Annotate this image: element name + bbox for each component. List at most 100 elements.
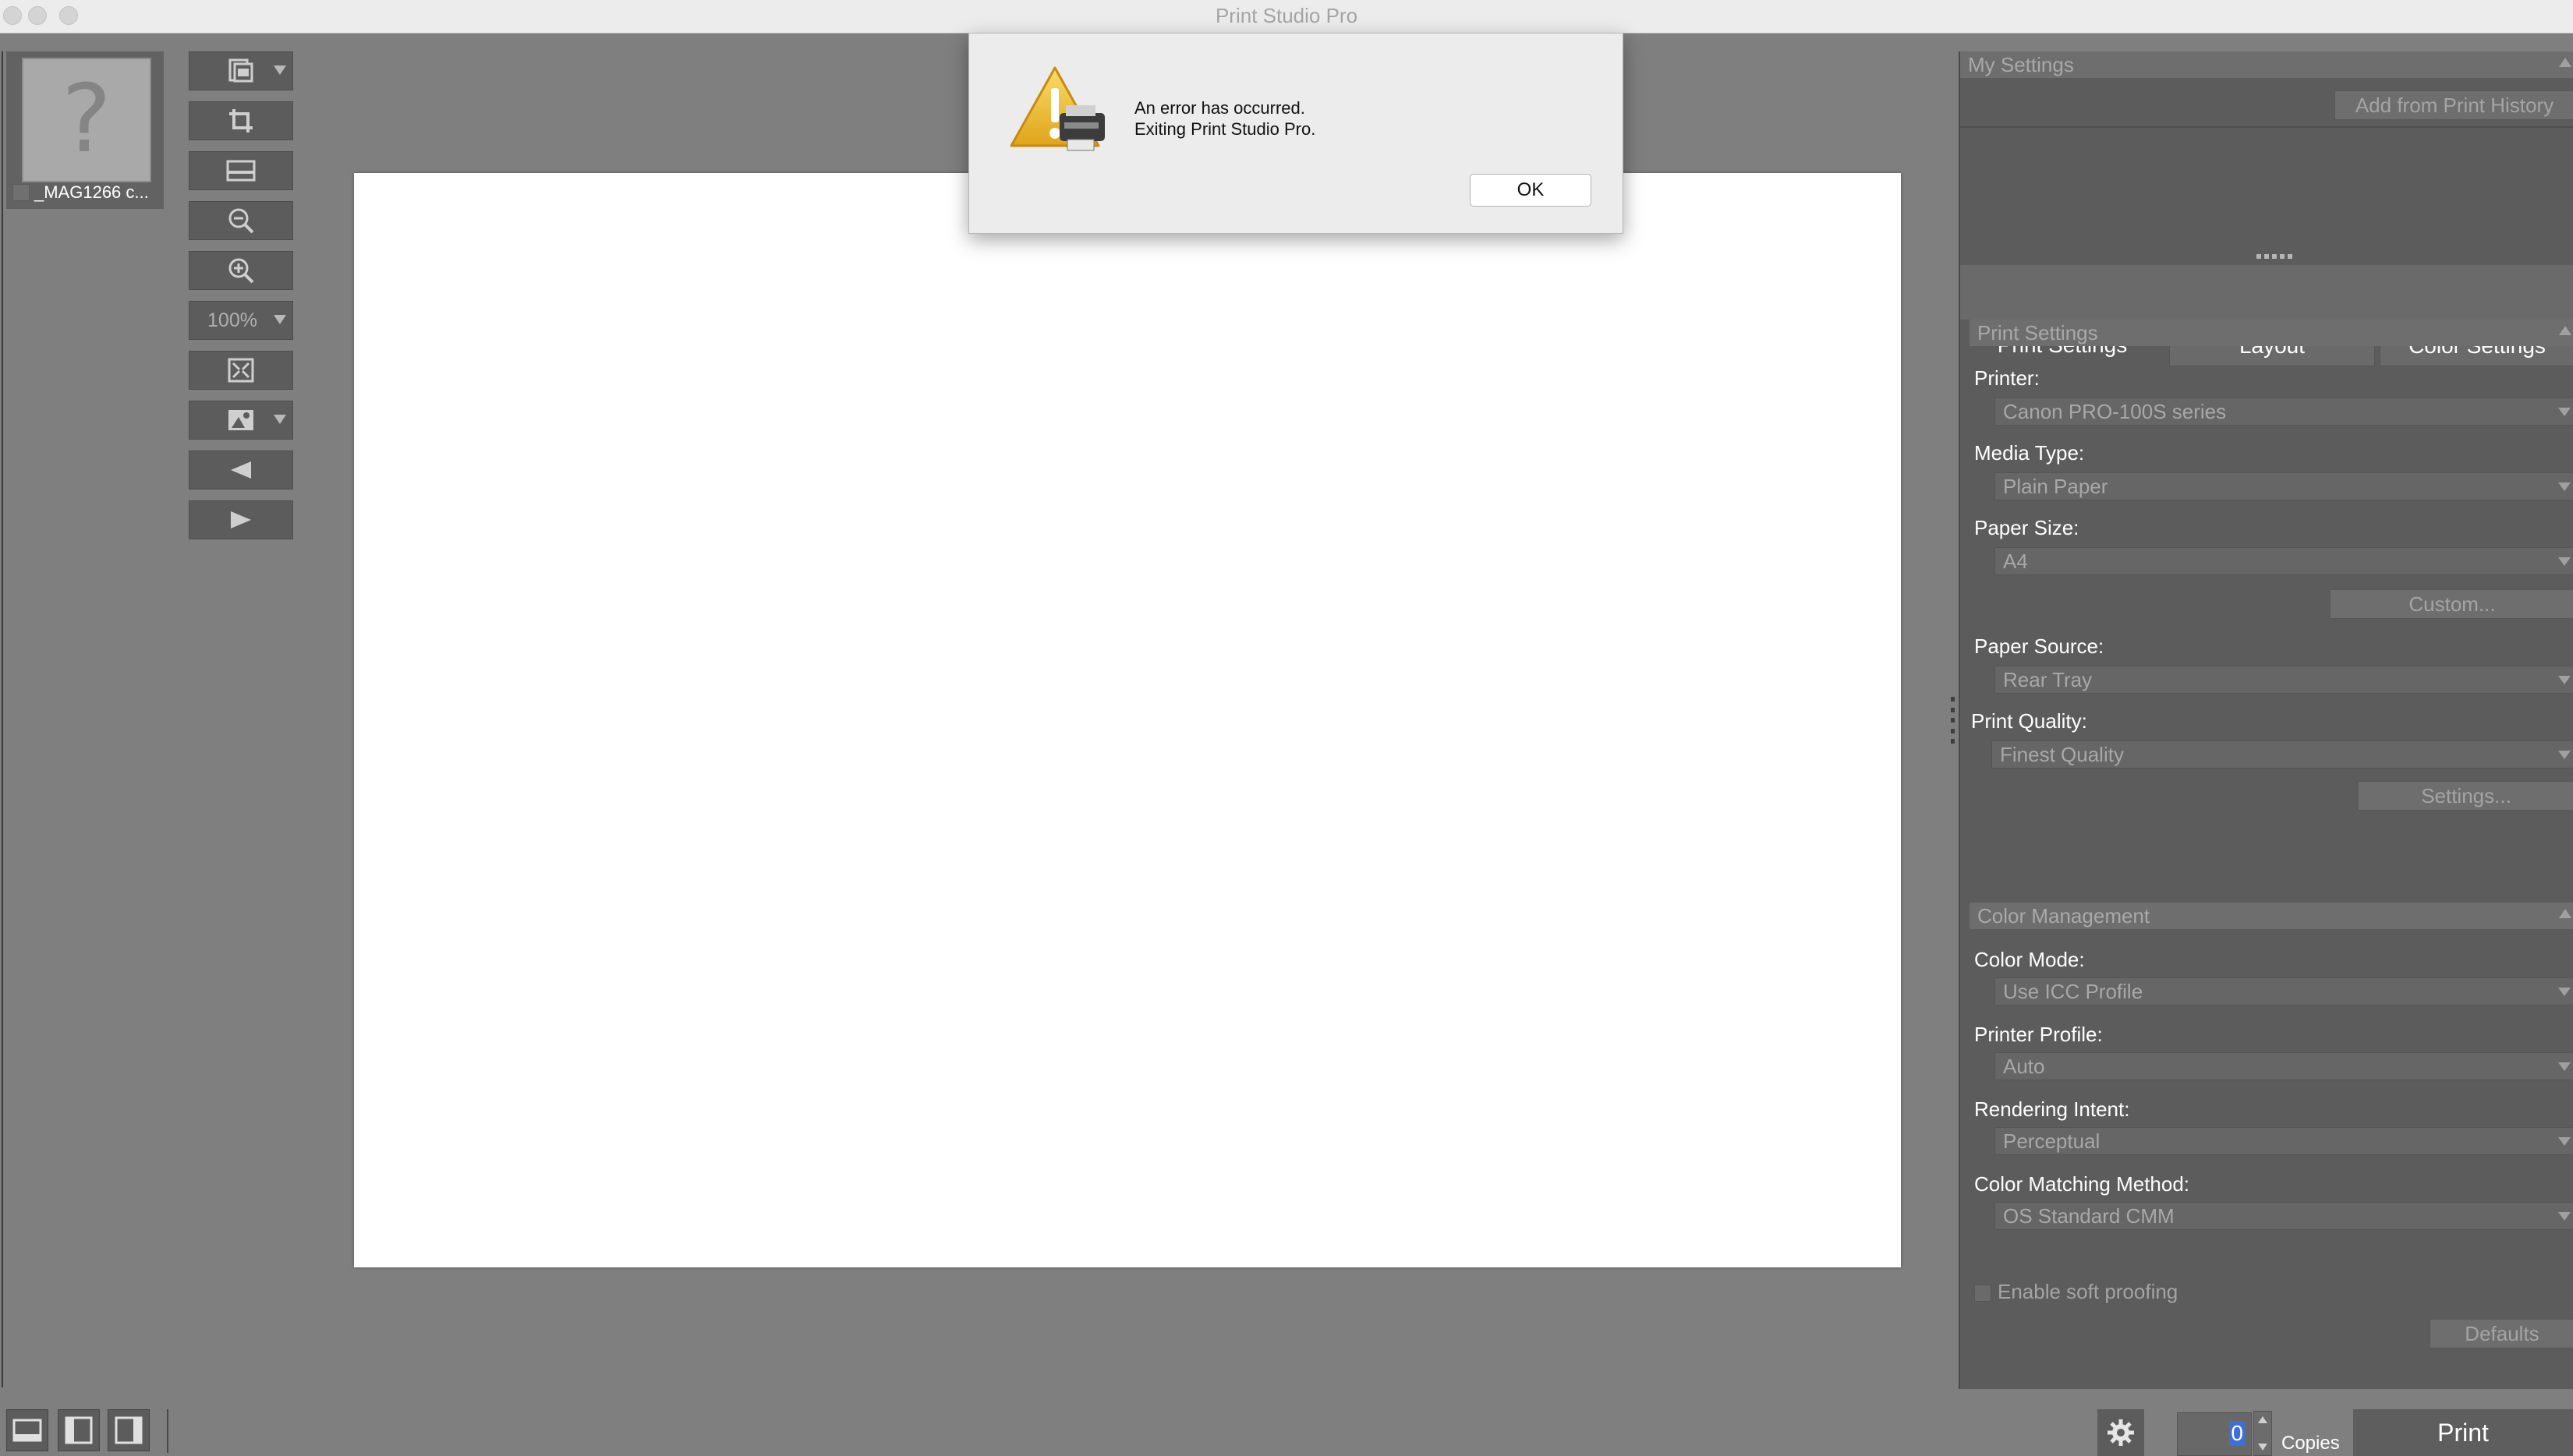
layout-icon xyxy=(228,58,253,83)
print-quality-select[interactable]: Finest Quality xyxy=(1991,740,2573,769)
defaults-button[interactable]: Defaults xyxy=(2430,1319,2573,1348)
thumbnail-checkbox[interactable] xyxy=(12,184,30,201)
title-bar: Print Studio Pro xyxy=(0,0,2573,34)
print-quality-label: Print Quality: xyxy=(1971,709,2087,733)
color-management-title: Color Management xyxy=(1977,904,2150,928)
missing-image-preview: ? xyxy=(22,58,151,182)
image-adjust-icon xyxy=(228,410,253,430)
copies-stepper[interactable] xyxy=(2253,1411,2272,1456)
next-image-button[interactable] xyxy=(189,500,293,539)
color-management-header[interactable]: Color Management xyxy=(1970,903,2573,929)
quality-settings-button[interactable]: Settings... xyxy=(2358,781,2573,811)
color-mode-label: Color Mode: xyxy=(1974,948,2085,971)
right-panel-icon xyxy=(115,1416,143,1444)
rendering-intent-value: Perceptual xyxy=(2003,1129,2101,1153)
chevron-down-icon xyxy=(274,315,286,324)
error-message-line-1: An error has occurred. xyxy=(1134,98,1305,118)
fit-page-button[interactable] xyxy=(189,151,293,190)
zoom-in-button[interactable] xyxy=(189,251,293,290)
panel-splitter-handle[interactable] xyxy=(1951,697,1955,744)
printer-profile-select[interactable]: Auto xyxy=(1994,1052,2573,1080)
window-title: Print Studio Pro xyxy=(1215,4,1358,27)
dropdown-arrow-icon xyxy=(2558,557,2571,566)
zoom-in-icon xyxy=(228,258,254,284)
paper-size-value: A4 xyxy=(2003,550,2028,573)
zoom-out-button[interactable] xyxy=(189,201,293,240)
dropdown-arrow-icon xyxy=(2558,988,2571,996)
copies-input[interactable]: 0 xyxy=(2177,1412,2252,1456)
next-icon xyxy=(231,511,251,528)
rendering-intent-select[interactable]: Perceptual xyxy=(1994,1127,2573,1155)
previous-icon xyxy=(231,461,251,479)
zoom-level-dropdown[interactable]: 100% xyxy=(189,301,293,340)
print-preview-page xyxy=(354,173,1901,1267)
dropdown-arrow-icon xyxy=(2558,1137,2571,1146)
layout-tool-button[interactable] xyxy=(189,51,293,90)
image-adjust-button[interactable] xyxy=(189,401,293,440)
printer-profile-value: Auto xyxy=(2003,1055,2045,1078)
copies-label: Copies xyxy=(2281,1433,2340,1454)
dropdown-arrow-icon xyxy=(2558,408,2571,416)
color-mode-value: Use ICC Profile xyxy=(2003,980,2143,1003)
chevron-down-icon xyxy=(274,65,286,75)
color-matching-method-label: Color Matching Method: xyxy=(1974,1172,2190,1196)
tab-strip-background xyxy=(1960,265,2573,320)
previous-image-button[interactable] xyxy=(189,451,293,489)
paper-source-value: Rear Tray xyxy=(2003,668,2093,691)
print-quality-value: Finest Quality xyxy=(2000,743,2124,766)
printer-select[interactable]: Canon PRO-100S series xyxy=(1994,398,2573,426)
left-panel-view-button[interactable] xyxy=(58,1409,100,1451)
fit-page-icon xyxy=(226,160,256,182)
printer-value: Canon PRO-100S series xyxy=(2003,400,2227,423)
collapse-icon xyxy=(2559,909,2571,918)
dropdown-arrow-icon xyxy=(2558,1062,2571,1071)
my-settings-divider xyxy=(1960,126,2573,128)
paper-source-select[interactable]: Rear Tray xyxy=(1994,666,2573,694)
paper-source-label: Paper Source: xyxy=(1974,634,2104,658)
color-matching-method-select[interactable]: OS Standard CMM xyxy=(1994,1202,2573,1230)
fullscreen-icon xyxy=(228,358,254,383)
paper-size-label: Paper Size: xyxy=(1974,516,2079,539)
chevron-down-icon xyxy=(274,415,286,424)
dropdown-arrow-icon xyxy=(2558,751,2571,759)
error-message-line-2: Exiting Print Studio Pro. xyxy=(1134,119,1316,139)
crop-icon xyxy=(229,109,253,133)
zoom-level-value: 100% xyxy=(207,309,257,331)
thumbnail-strip-border xyxy=(2,51,3,1387)
my-settings-header[interactable]: My Settings xyxy=(1960,51,2573,78)
error-message: An error has occurred. Exiting Print Stu… xyxy=(1134,97,1315,140)
media-type-value: Plain Paper xyxy=(2003,475,2108,498)
preferences-button[interactable] xyxy=(2097,1409,2144,1456)
add-from-print-history-button[interactable]: Add from Print History xyxy=(2334,90,2573,120)
zoom-out-icon xyxy=(228,208,254,234)
print-button[interactable]: Print xyxy=(2353,1409,2573,1456)
resize-grip[interactable] xyxy=(2256,254,2303,260)
print-settings-header[interactable]: Print Settings xyxy=(1970,320,2573,346)
question-mark-icon: ? xyxy=(62,65,111,174)
bottom-bar-separator xyxy=(167,1409,168,1453)
dropdown-arrow-icon xyxy=(2558,1212,2571,1221)
image-thumbnail[interactable]: ? _MAG1266 c... xyxy=(6,51,164,209)
print-settings-title: Print Settings xyxy=(1977,321,2098,345)
copies-value: 0 xyxy=(2229,1421,2245,1446)
media-type-select[interactable]: Plain Paper xyxy=(1994,472,2573,500)
printer-label: Printer: xyxy=(1974,366,2040,390)
paper-size-select[interactable]: A4 xyxy=(1994,547,2573,575)
right-panel-view-button[interactable] xyxy=(108,1409,150,1451)
my-settings-title: My Settings xyxy=(1968,53,2074,76)
stepper-down-icon[interactable] xyxy=(2258,1444,2267,1451)
collapse-icon xyxy=(2559,58,2571,67)
color-mode-select[interactable]: Use ICC Profile xyxy=(1994,977,2573,1005)
fullscreen-button[interactable] xyxy=(189,351,293,390)
thumbnail-filename: _MAG1266 c... xyxy=(34,182,149,202)
soft-proofing-checkbox[interactable] xyxy=(1974,1285,1991,1302)
color-matching-method-value: OS Standard CMM xyxy=(2003,1204,2175,1228)
rendering-intent-label: Rendering Intent: xyxy=(1974,1097,2130,1121)
stepper-up-icon[interactable] xyxy=(2258,1416,2267,1423)
left-panel-icon xyxy=(65,1416,93,1444)
single-view-button[interactable] xyxy=(6,1409,48,1451)
ok-button[interactable]: OK xyxy=(1470,174,1591,207)
warning-icon xyxy=(1010,66,1105,151)
custom-size-button[interactable]: Custom... xyxy=(2330,589,2573,619)
crop-tool-button[interactable] xyxy=(189,101,293,140)
